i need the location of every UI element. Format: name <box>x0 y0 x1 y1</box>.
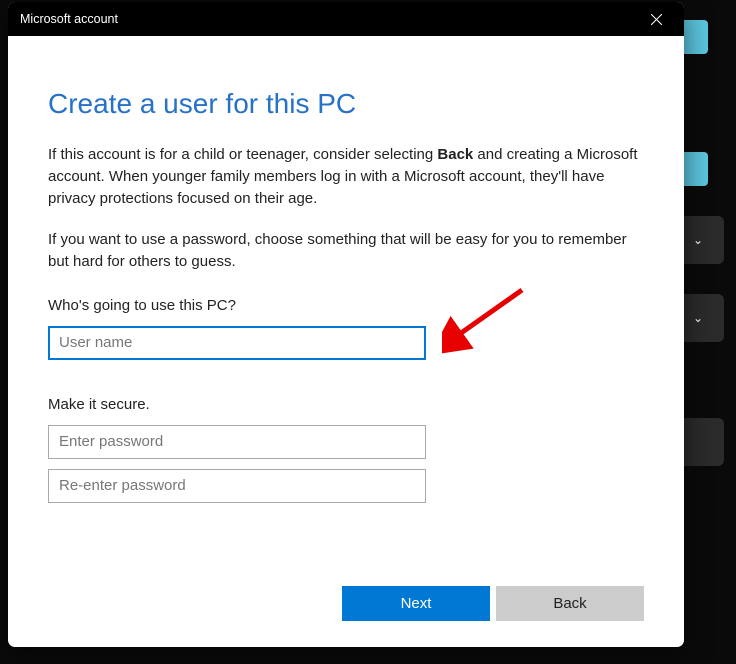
password-section: Make it secure. <box>48 392 644 513</box>
chevron-down-icon: ⌄ <box>693 233 703 247</box>
titlebar: Microsoft account <box>8 2 684 36</box>
password-input[interactable] <box>48 425 426 459</box>
page-heading: Create a user for this PC <box>48 88 644 120</box>
username-section-label: Who's going to use this PC? <box>48 297 644 314</box>
password-confirm-input[interactable] <box>48 469 426 503</box>
close-icon <box>651 14 662 25</box>
intro-text-pre: If this account is for a child or teenag… <box>48 146 437 163</box>
dialog-footer: Next Back <box>8 570 684 647</box>
dialog-content: Create a user for this PC If this accoun… <box>8 36 684 570</box>
intro-paragraph-2: If you want to use a password, choose so… <box>48 229 644 273</box>
intro-text-bold: Back <box>437 146 473 163</box>
username-input[interactable] <box>48 326 426 360</box>
intro-paragraph-1: If this account is for a child or teenag… <box>48 144 644 209</box>
next-button[interactable]: Next <box>342 586 490 621</box>
window-title: Microsoft account <box>20 12 636 26</box>
username-section: Who's going to use this PC? <box>48 293 644 370</box>
back-button[interactable]: Back <box>496 586 644 621</box>
close-button[interactable] <box>636 2 676 36</box>
password-section-label: Make it secure. <box>48 396 644 413</box>
chevron-down-icon: ⌄ <box>693 311 703 325</box>
account-dialog: Microsoft account Create a user for this… <box>8 2 684 647</box>
